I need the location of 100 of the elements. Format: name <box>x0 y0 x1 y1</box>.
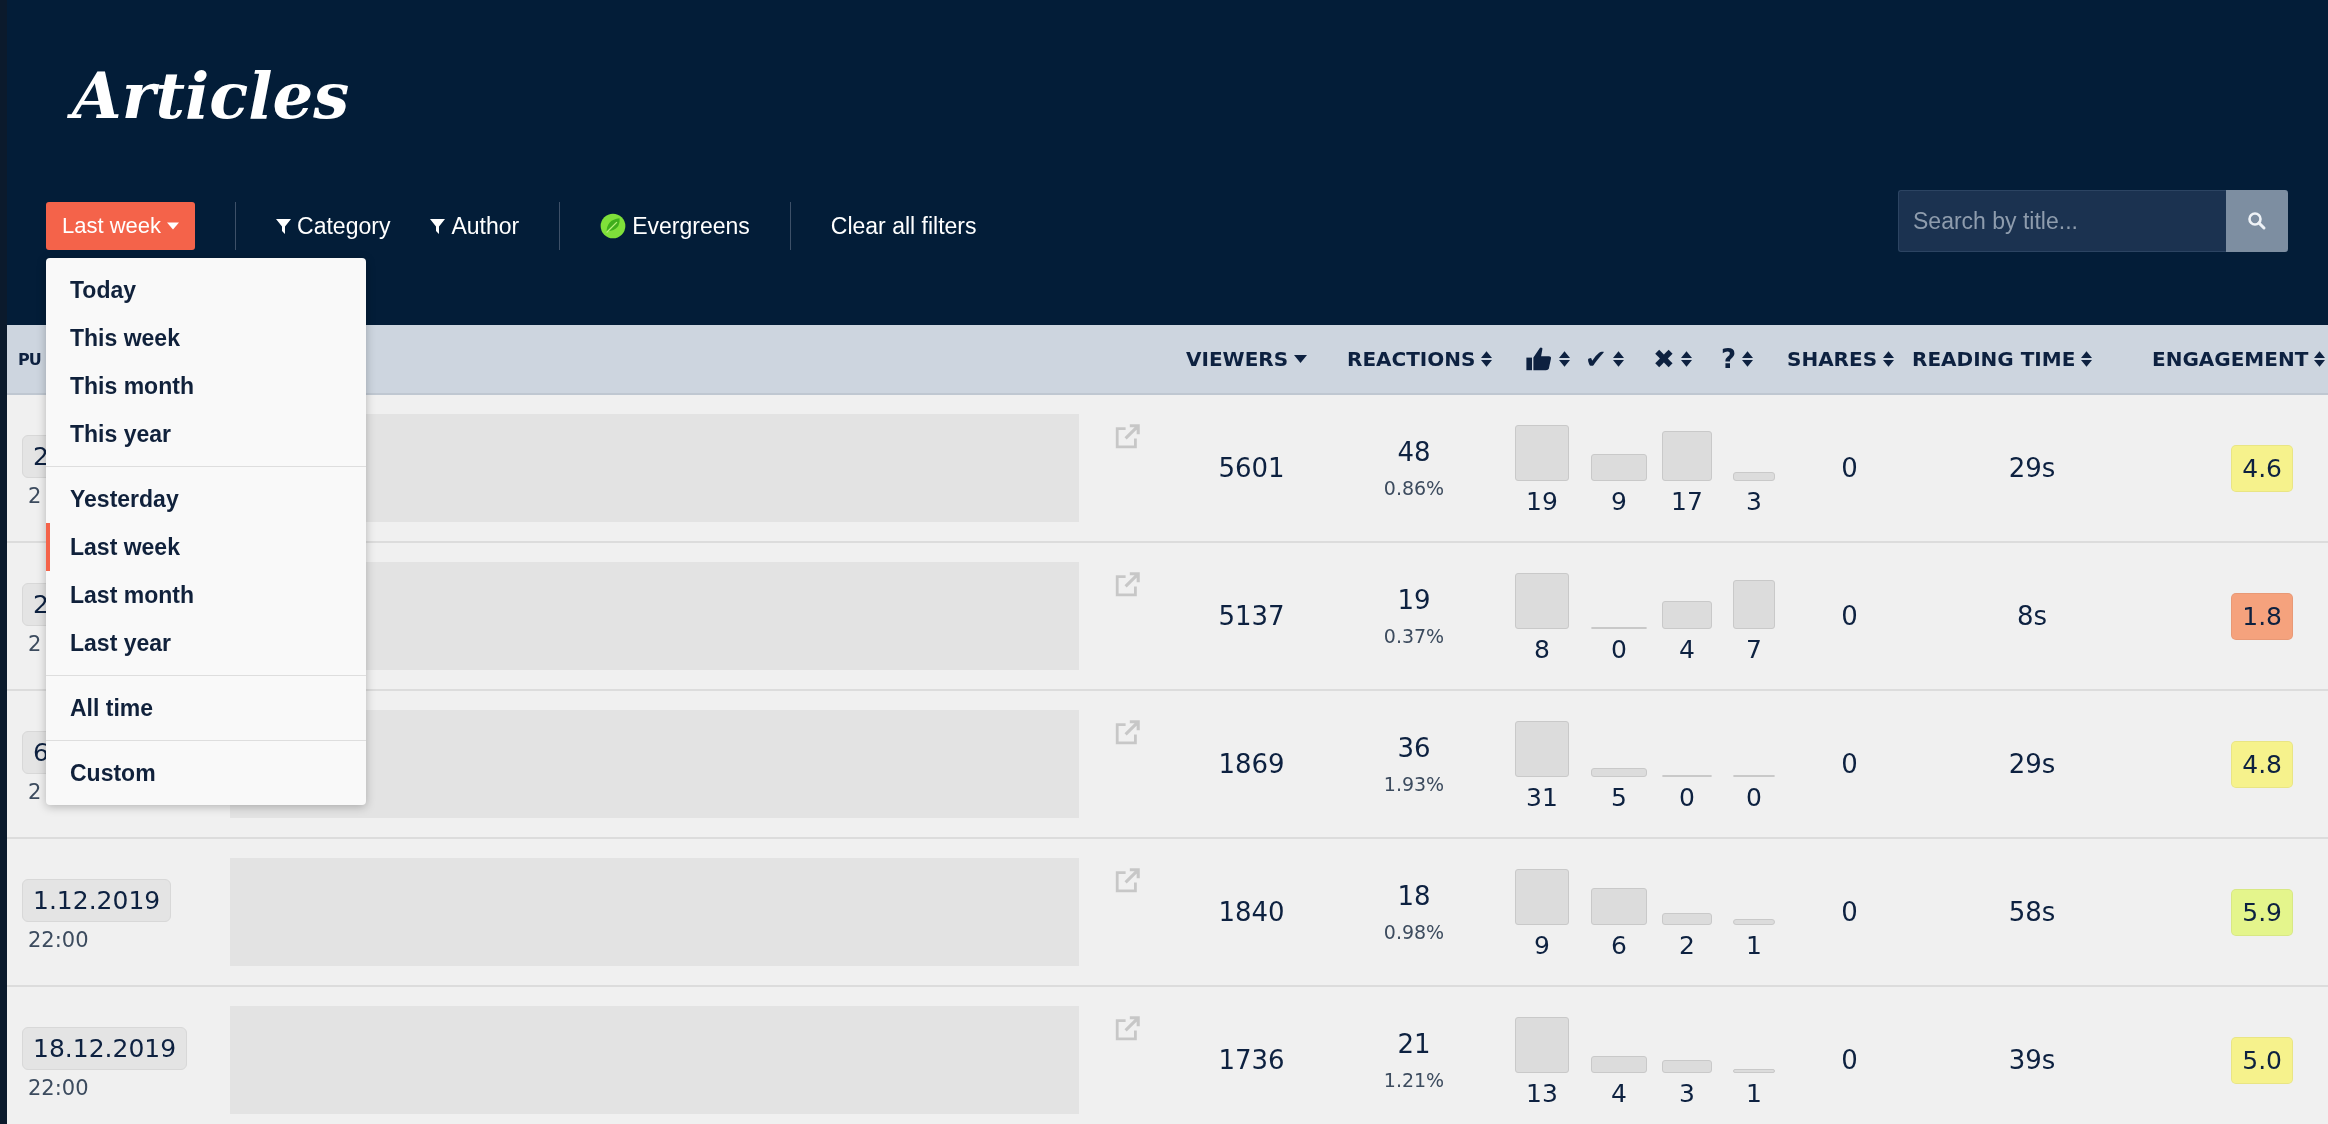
engagement-score: 5.9 <box>2231 888 2293 936</box>
author-filter[interactable]: Author <box>430 212 520 240</box>
column-header[interactable]: ENGAGEMENT <box>2152 347 2328 371</box>
reaction-count: 1 <box>1746 930 1762 960</box>
reaction-count: 17 <box>1671 486 1703 516</box>
time-text: 2 <box>27 631 42 656</box>
sort-icon[interactable] <box>1742 351 1754 367</box>
reaction-count: 0 <box>1679 782 1695 812</box>
reading-time: 29s <box>2008 749 2056 779</box>
column-header[interactable]: SHARES <box>1787 347 1912 371</box>
reaction-count: 9 <box>1534 930 1550 960</box>
reaction-count: 19 <box>1526 486 1558 516</box>
engagement-score: 5.0 <box>2231 1036 2293 1084</box>
reaction-count: 9 <box>1611 486 1627 516</box>
viewers-count: 1840 <box>1218 897 1285 927</box>
column-header[interactable]: REACTIONS <box>1329 347 1499 371</box>
viewers-count: 5601 <box>1218 453 1285 483</box>
search-icon <box>2247 211 2267 231</box>
reactions-count: 21 <box>1397 1029 1431 1059</box>
menu-item[interactable]: All time <box>46 684 366 732</box>
sort-icon[interactable] <box>1612 351 1624 367</box>
reaction-rate: 0.98% <box>1383 921 1445 943</box>
time-text: 22:00 <box>27 927 89 952</box>
reaction-rate: 0.86% <box>1383 477 1445 499</box>
sort-desc-icon[interactable] <box>1294 355 1308 363</box>
sort-icon[interactable] <box>2081 351 2093 367</box>
reactions-count: 36 <box>1397 733 1431 763</box>
reaction-bar <box>1733 579 1775 629</box>
viewers-count: 5137 <box>1218 601 1285 631</box>
reaction-count: 5 <box>1611 782 1627 812</box>
sort-icon[interactable] <box>1559 351 1570 367</box>
category-filter[interactable]: Category <box>276 212 391 240</box>
column-header[interactable]: ? <box>1721 344 1787 374</box>
evergreens-filter[interactable]: Evergreens <box>600 212 750 240</box>
reaction-rate: 1.21% <box>1383 1069 1445 1091</box>
column-header[interactable]: VIEWERS <box>1174 347 1329 371</box>
reactions-count: 19 <box>1397 585 1431 615</box>
reactions-count: 18 <box>1397 881 1431 911</box>
reaction-count: 13 <box>1526 1078 1558 1108</box>
date-badge: 1.12.2019 <box>22 878 172 922</box>
reaction-rate: 1.93% <box>1383 773 1445 795</box>
reaction-bar <box>1591 626 1647 629</box>
reaction-count: 4 <box>1611 1078 1627 1108</box>
menu-item[interactable]: Today <box>46 266 366 314</box>
reaction-bar <box>1662 430 1712 481</box>
clear-filters-link[interactable]: Clear all filters <box>830 212 977 240</box>
reaction-bar <box>1733 471 1775 481</box>
time-text: 22:00 <box>27 1075 89 1100</box>
reaction-bar <box>1662 912 1712 925</box>
reaction-bar <box>1733 774 1775 777</box>
reaction-bar <box>1662 600 1712 629</box>
reaction-count: 6 <box>1611 930 1627 960</box>
engagement-score: 1.8 <box>2231 592 2293 640</box>
shares-count: 0 <box>1841 897 1858 927</box>
filter-icon <box>276 218 292 234</box>
page-title: Articles <box>68 52 364 144</box>
reaction-bar <box>1591 887 1647 925</box>
reaction-bar <box>1515 868 1569 925</box>
reaction-count: 3 <box>1679 1078 1695 1108</box>
reaction-count: 0 <box>1746 782 1762 812</box>
reaction-count: 1 <box>1746 1078 1762 1108</box>
reaction-count: 8 <box>1534 634 1550 664</box>
reaction-count: 4 <box>1679 634 1695 664</box>
leaf-icon <box>600 213 627 239</box>
viewers-count: 1736 <box>1218 1045 1285 1075</box>
reaction-bar <box>1591 767 1647 777</box>
sort-icon[interactable] <box>2314 351 2326 367</box>
search-field[interactable]: Search by title... <box>1898 190 2226 252</box>
sort-icon[interactable] <box>1883 351 1895 367</box>
date-badge: 18.12.2019 <box>22 1026 188 1070</box>
thumbs-up-icon <box>1525 345 1553 373</box>
shares-count: 0 <box>1841 601 1858 631</box>
reaction-bar <box>1662 1059 1712 1073</box>
reactions-count: 48 <box>1397 437 1431 467</box>
reaction-count: 3 <box>1746 486 1762 516</box>
reaction-bar <box>1515 1016 1569 1073</box>
engagement-score: 4.8 <box>2231 740 2293 788</box>
reading-time: 29s <box>2008 453 2056 483</box>
shares-count: 0 <box>1841 1045 1858 1075</box>
column-header[interactable]: ✖ <box>1653 344 1721 374</box>
search-button[interactable] <box>2226 190 2288 252</box>
column-header[interactable]: ✔ <box>1585 344 1653 374</box>
reaction-bar <box>1662 774 1712 777</box>
reading-time: 58s <box>2008 897 2056 927</box>
column-header[interactable]: READING TIME <box>1912 347 2152 371</box>
reaction-count: 31 <box>1526 782 1558 812</box>
reaction-bar <box>1733 918 1775 925</box>
reaction-bar <box>1591 1055 1647 1073</box>
reaction-bar <box>1515 572 1569 629</box>
sort-icon[interactable] <box>1680 351 1692 367</box>
menu-item[interactable]: Yesterday <box>46 475 366 523</box>
reaction-bar <box>1515 424 1569 481</box>
engagement-score: 4.6 <box>2231 444 2293 492</box>
reaction-rate: 0.37% <box>1383 625 1445 647</box>
time-text: 2 <box>27 779 42 804</box>
reaction-count: 7 <box>1746 634 1762 664</box>
reaction-bar <box>1733 1068 1775 1073</box>
reaction-bar <box>1591 453 1647 481</box>
reaction-bar <box>1515 720 1569 777</box>
sort-icon[interactable] <box>1481 351 1493 367</box>
